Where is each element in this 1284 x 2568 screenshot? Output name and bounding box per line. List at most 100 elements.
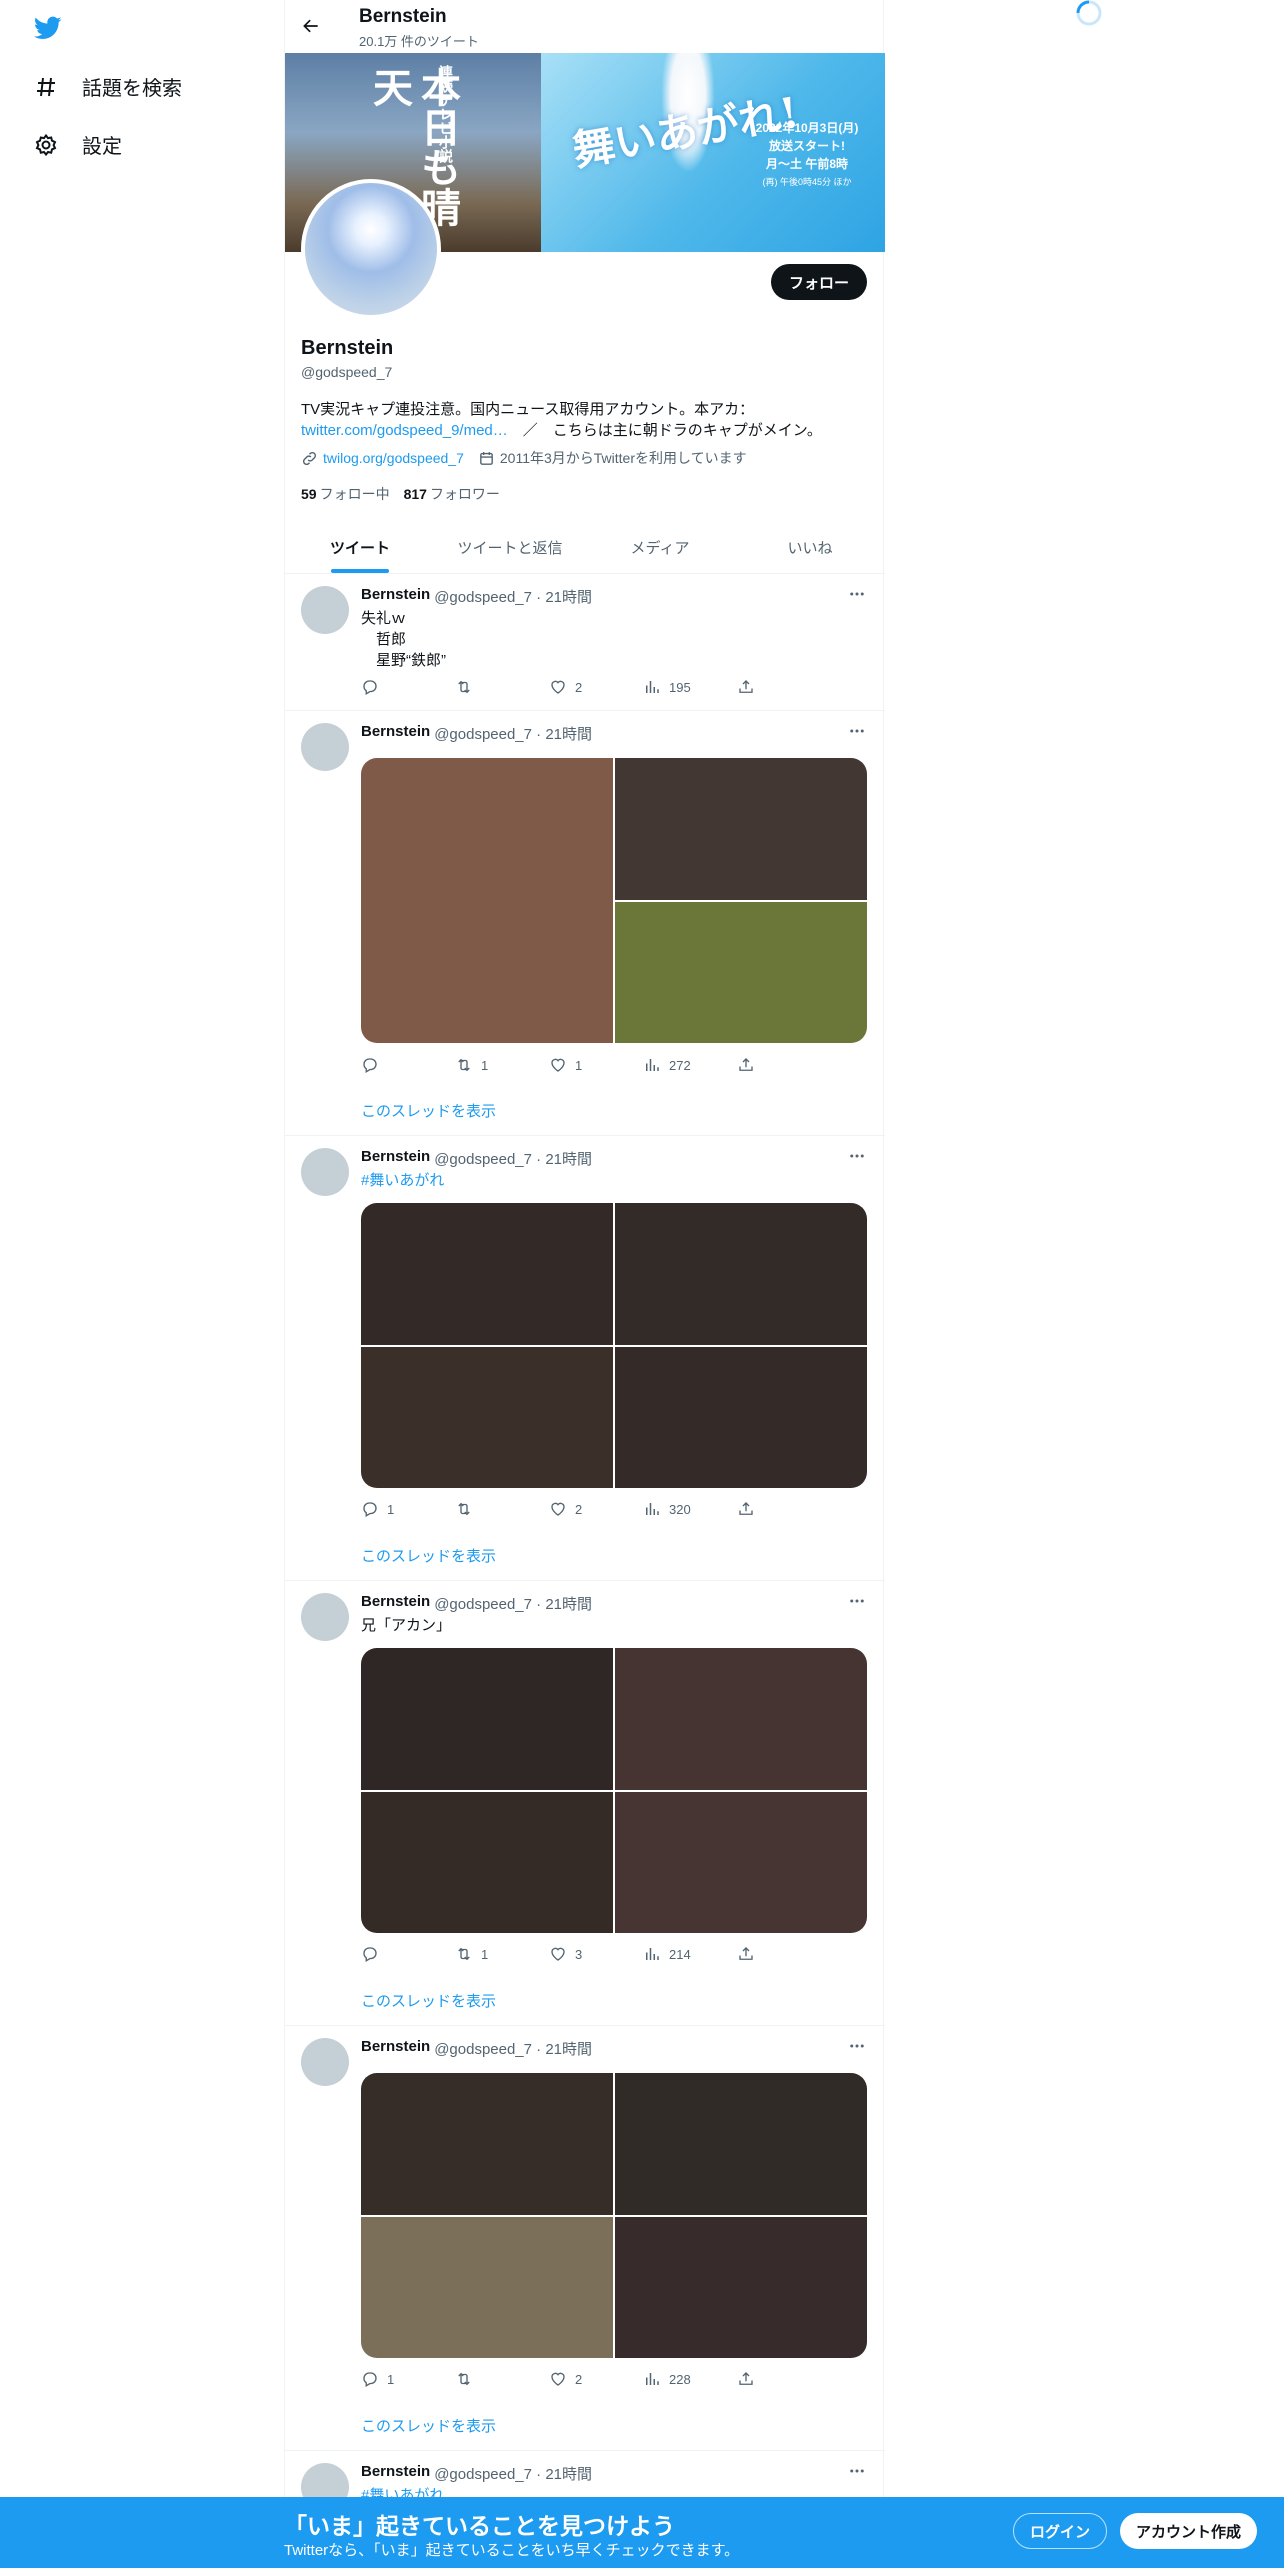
nav-explore[interactable]: 話題を検索	[32, 72, 182, 101]
bio-link[interactable]: twitter.com/godspeed_9/med…	[301, 422, 508, 439]
views-button[interactable]: 195	[643, 678, 703, 696]
tweet-media-grid[interactable]	[361, 1648, 867, 1933]
tweet-avatar[interactable]	[301, 723, 349, 771]
tweet[interactable]: Bernstein @godspeed_7 · 21時間 失礼ｗ 哲郎 星野“鉄郎…	[285, 574, 885, 711]
tweet-media-image[interactable]	[615, 901, 867, 1043]
tab-tweets-replies[interactable]: ツイートと返信	[435, 522, 585, 573]
tweet-author-name[interactable]: Bernstein	[361, 2038, 430, 2059]
retweet-button[interactable]	[455, 1500, 515, 1518]
show-thread-link[interactable]: このスレッドを表示	[361, 2415, 496, 2436]
tweet-actions: 1 1 272	[361, 1056, 797, 1074]
tweet-author-name[interactable]: Bernstein	[361, 1148, 430, 1169]
tweet-media-image[interactable]	[361, 2073, 613, 2215]
create-account-button[interactable]: アカウント作成	[1120, 2513, 1258, 2549]
share-button[interactable]	[737, 1500, 797, 1518]
tweet-avatar[interactable]	[301, 1593, 349, 1641]
tweet-media-grid[interactable]	[361, 758, 867, 1043]
tweet-media-image[interactable]	[615, 2216, 867, 2358]
tweet-media-image[interactable]	[615, 1203, 867, 1345]
tab-label: ツイート	[329, 540, 390, 557]
action-count: 1	[387, 2371, 395, 2387]
signup-banner: 「いま」起きていることを見つけよう Twitterなら、「いま」起きていることを…	[0, 2497, 1284, 2568]
tweet-media-image[interactable]	[361, 758, 613, 1043]
tab-media[interactable]: メディア	[585, 522, 735, 573]
show-thread-link[interactable]: このスレッドを表示	[361, 1100, 496, 1121]
tweet-author-name[interactable]: Bernstein	[361, 1593, 430, 1614]
show-thread-link[interactable]: このスレッドを表示	[361, 1990, 496, 2011]
more-options-button[interactable]	[845, 2459, 869, 2483]
twitter-logo-icon[interactable]	[32, 14, 64, 42]
tweet-actions: 2 195	[361, 678, 797, 696]
reply-button[interactable]	[361, 1945, 421, 1963]
tweet-author-name[interactable]: Bernstein	[361, 586, 430, 607]
tweet-avatar[interactable]	[301, 1148, 349, 1196]
views-button[interactable]: 320	[643, 1500, 703, 1518]
retweet-button[interactable]	[455, 678, 515, 696]
retweet-button[interactable]: 1	[455, 1945, 515, 1963]
retweet-button[interactable]: 1	[455, 1056, 515, 1074]
reply-button[interactable]	[361, 1056, 421, 1074]
back-button[interactable]	[297, 12, 325, 40]
reply-button[interactable]: 1	[361, 1500, 421, 1518]
more-options-button[interactable]	[845, 2034, 869, 2058]
tweet-avatar[interactable]	[301, 2038, 349, 2086]
tweet-media-image[interactable]	[361, 1791, 613, 1933]
more-options-button[interactable]	[845, 1144, 869, 1168]
more-options-button[interactable]	[845, 719, 869, 743]
hashtag-link[interactable]: #舞いあがれ	[361, 1172, 444, 1189]
tweet-media-image[interactable]	[615, 1648, 867, 1790]
like-button[interactable]: 3	[549, 1945, 609, 1963]
banner-date-block: 2022年10月3日(月) 放送スタート! 月～土 午前8時 (再) 午後0時4…	[747, 119, 867, 191]
profile-avatar[interactable]	[301, 179, 441, 319]
tweet[interactable]: Bernstein @godspeed_7 · 21時間 兄「アカン」 1 3 214…	[285, 1581, 885, 2026]
tweet-author-name[interactable]: Bernstein	[361, 2463, 430, 2484]
tweet-media-image[interactable]	[615, 1346, 867, 1488]
show-thread-link[interactable]: このスレッドを表示	[361, 1545, 496, 1566]
more-options-button[interactable]	[845, 1589, 869, 1613]
more-options-button[interactable]	[845, 582, 869, 606]
tweet-media-image[interactable]	[615, 2073, 867, 2215]
tweet[interactable]: Bernstein @godspeed_7 · 21時間 1 1 272 このスレッド…	[285, 711, 885, 1136]
reply-button[interactable]	[361, 678, 421, 696]
main-column: Bernstein 20.1万 件のツイート 連続テレビ小説 本日も晴天 舞いあ…	[284, 0, 885, 2568]
tweet-media-grid[interactable]	[361, 1203, 867, 1488]
ellipsis-icon	[850, 592, 864, 596]
tweet-media-image[interactable]	[361, 1346, 613, 1488]
tweet-media-grid[interactable]	[361, 2073, 867, 2358]
follow-button[interactable]: フォロー	[770, 264, 867, 300]
retweet-icon	[455, 678, 473, 696]
tweet-media-image[interactable]	[615, 1791, 867, 1933]
views-button[interactable]: 228	[643, 2370, 703, 2388]
views-button[interactable]: 272	[643, 1056, 703, 1074]
share-button[interactable]	[737, 678, 797, 696]
nav-settings[interactable]: 設定	[32, 130, 122, 159]
share-button[interactable]	[737, 2370, 797, 2388]
like-button[interactable]: 2	[549, 1500, 609, 1518]
tweet[interactable]: Bernstein @godspeed_7 · 21時間 #舞いあがれ 1 2 320…	[285, 1136, 885, 1581]
tweet-media-image[interactable]	[361, 1203, 613, 1345]
tweet-media-image[interactable]	[361, 1648, 613, 1790]
like-button[interactable]: 1	[549, 1056, 609, 1074]
tweet-media-image[interactable]	[615, 758, 867, 900]
reply-button[interactable]: 1	[361, 2370, 421, 2388]
website-link[interactable]: twilog.org/godspeed_7	[323, 450, 464, 466]
gear-icon	[32, 131, 60, 159]
share-button[interactable]	[737, 1945, 797, 1963]
tweet-author-name[interactable]: Bernstein	[361, 723, 430, 744]
analytics-icon	[643, 1500, 661, 1518]
share-button[interactable]	[737, 1056, 797, 1074]
tab-likes[interactable]: いいね	[735, 522, 885, 573]
login-button[interactable]: ログイン	[1013, 2513, 1108, 2549]
tweet-text: 兄「アカン」	[361, 1617, 452, 1634]
views-button[interactable]: 214	[643, 1945, 703, 1963]
like-button[interactable]: 2	[549, 678, 609, 696]
followers-link[interactable]: 817 フォロワー	[404, 484, 500, 504]
tab-tweets[interactable]: ツイート	[285, 522, 435, 573]
tweet[interactable]: Bernstein @godspeed_7 · 21時間 1 2 228 このスレッド…	[285, 2026, 885, 2451]
like-button[interactable]: 2	[549, 2370, 609, 2388]
following-link[interactable]: 59 フォロー中	[301, 484, 390, 504]
tweet-avatar[interactable]	[301, 586, 349, 634]
retweet-button[interactable]	[455, 2370, 515, 2388]
action-count: 1	[575, 1057, 583, 1073]
tweet-media-image[interactable]	[361, 2216, 613, 2358]
